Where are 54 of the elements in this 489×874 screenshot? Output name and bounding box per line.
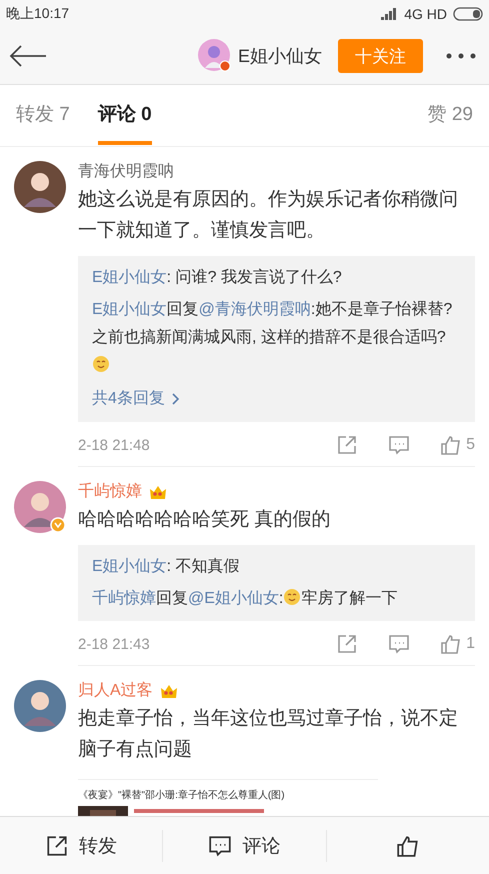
follow-button[interactable]: 十关注	[338, 39, 423, 73]
reply-text: E姐小仙女回复@青海伏明霞呐:她不是章子怡裸替? 之前也搞新闻满城风雨, 这样的措辞不是很合适吗?	[92, 296, 461, 380]
comment-text: 她这么说是有原因的。作为娱乐记者你稍微问一下就知道了。谨慎发言吧。	[78, 188, 459, 243]
comment-icon	[388, 434, 410, 456]
tab[interactable]: 评论 0	[98, 86, 152, 144]
user-link[interactable]: E姐小仙女	[92, 269, 167, 286]
comment-button[interactable]: 评论	[163, 830, 327, 862]
thumbs-up-icon	[440, 434, 462, 456]
user-avatar[interactable]	[14, 481, 66, 533]
reply-button[interactable]	[388, 633, 410, 655]
back-arrow-icon[interactable]	[8, 44, 48, 68]
comment-text: 抱走章子怡，当年这位也骂过章子怡，说不定脑子有点问题	[78, 707, 459, 762]
status-time: 晚上10:17	[6, 5, 70, 23]
user-name[interactable]: 青海伏明霞呐	[78, 161, 174, 182]
emoji-icon	[283, 588, 302, 606]
share-button[interactable]	[336, 633, 358, 655]
like-button[interactable]: 5	[440, 434, 475, 456]
comment-icon	[388, 633, 410, 655]
more-replies-link[interactable]: 共4条回复	[92, 384, 461, 414]
user-link[interactable]: @E姐小仙女	[188, 590, 279, 607]
network-type: 4G HD	[404, 6, 447, 22]
user-avatar[interactable]	[14, 161, 66, 213]
article-title: 《夜宴》"裸替"邵小珊:章子怡不怎么尊重人(图)	[78, 788, 286, 802]
battery-icon	[453, 7, 483, 21]
emoji-icon	[92, 355, 110, 373]
user-link[interactable]: E姐小仙女	[92, 558, 167, 575]
share-icon	[336, 633, 358, 655]
tab[interactable]: 转发 7	[16, 86, 70, 144]
share-button[interactable]	[336, 434, 358, 456]
thumbs-up-icon	[396, 834, 420, 858]
reply-button[interactable]	[388, 434, 410, 456]
thumbs-up-icon	[440, 633, 462, 655]
reply-text: E姐小仙女: 问谁? 我发言说了什么?	[92, 268, 343, 288]
user-link[interactable]: E姐小仙女	[92, 301, 167, 318]
comment-icon	[208, 834, 232, 858]
user-avatar[interactable]	[198, 39, 232, 73]
reply-text: 千屿惊嫜回复@E姐小仙女: 牢房了解一下	[92, 587, 398, 609]
chevron-right-icon	[170, 392, 181, 406]
signal-icon	[380, 8, 398, 20]
reply-text: E姐小仙女: 不知真假	[92, 556, 241, 577]
user-avatar[interactable]	[14, 680, 66, 732]
like-button[interactable]: 1	[440, 633, 475, 655]
user-link[interactable]: @青海伏明霞呐	[198, 301, 311, 318]
share-icon	[336, 434, 358, 456]
share-icon	[45, 834, 70, 858]
user-name[interactable]: 千屿惊嫜	[78, 481, 142, 502]
profile-name[interactable]: E姐小仙女	[238, 44, 322, 68]
tab[interactable]: 赞 29	[428, 86, 473, 144]
comment-time: 2-18 21:48	[78, 436, 151, 454]
comment-time: 2-18 21:43	[78, 636, 151, 652]
comment-text: 哈哈哈哈哈哈哈笑死 真的假的	[78, 508, 332, 532]
user-name[interactable]: 归人A过客	[78, 680, 153, 701]
user-link[interactable]: 千屿惊嫜	[92, 590, 156, 607]
share-button[interactable]: 转发	[0, 830, 164, 862]
